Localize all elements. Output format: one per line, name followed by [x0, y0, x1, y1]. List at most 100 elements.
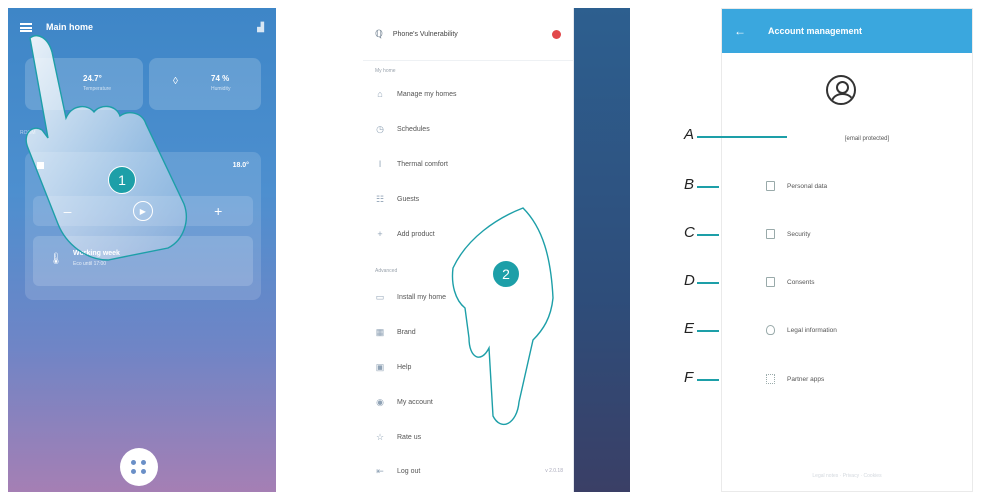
apps-fab-button[interactable] [120, 448, 158, 486]
play-icon[interactable]: ▶ [132, 201, 153, 221]
section-advanced: Advanced [375, 268, 398, 274]
decrease-button[interactable]: – [64, 203, 72, 219]
security-icon [766, 229, 775, 239]
menu-icon[interactable] [20, 22, 32, 32]
menu-item-label: Brand [397, 328, 416, 336]
star-icon: ☆ [375, 432, 385, 442]
callout-line-c [697, 234, 719, 236]
step-badge-1: 1 [108, 166, 136, 194]
row-legal-information[interactable]: Legal information [766, 323, 837, 337]
side-drawer: ℚ Phone's Vulnerability My home ⌂ Manage… [363, 8, 574, 492]
room-temperature: 18.0° [232, 162, 249, 169]
temperature-value: 24.7° [83, 74, 102, 83]
increase-button[interactable]: + [214, 203, 222, 219]
account-management-panel: ← Account management [email protected] P… [721, 8, 973, 492]
menu-item-rate-us[interactable]: ☆ Rate us [375, 427, 563, 447]
menu-item-label: Help [397, 363, 412, 371]
callout-letter-f: F [684, 369, 694, 386]
account-header: ← Account management [722, 9, 972, 53]
menu-item-schedules[interactable]: ◷ Schedules [375, 119, 563, 139]
back-arrow-icon[interactable]: ← [734, 24, 746, 38]
notification-badge[interactable] [552, 29, 561, 39]
help-icon: ▣ [375, 362, 385, 372]
row-label: Security [787, 230, 811, 238]
thermometer-icon: 🌡 [49, 253, 63, 265]
section-my-home: My home [375, 68, 396, 74]
mode-box[interactable]: 🌡 Working week Eco until 17:00 [33, 236, 253, 286]
menu-item-guests[interactable]: ☷ Guests [375, 189, 563, 209]
callout-line-a [697, 136, 787, 138]
menu-item-thermal-comfort[interactable]: ǀ Thermal comfort [375, 154, 563, 174]
mode-subtitle: Eco until 17:00 [73, 261, 107, 267]
signal-icon: ▟ [257, 22, 264, 32]
humidity-icon: ◊ [173, 76, 178, 87]
row-security[interactable]: Security [766, 227, 810, 241]
temperature-label: Temperature [83, 86, 112, 92]
drawer-header[interactable]: ℚ Phone's Vulnerability [363, 8, 573, 61]
menu-item-label: Log out [397, 467, 421, 475]
account-email: [email protected] [844, 136, 890, 142]
menu-item-label: Rate us [397, 433, 422, 441]
row-consents[interactable]: Consents [766, 275, 814, 289]
schedule-icon: ◷ [376, 124, 384, 134]
row-partner-apps[interactable]: Partner apps [766, 372, 824, 386]
callout-letter-c: C [684, 224, 695, 241]
callout-line-d [697, 282, 719, 284]
home-screen-panel: Main home ▟ 24.7° Temperature ◊ 74 % Hum… [8, 8, 276, 492]
account-icon: ◉ [376, 397, 384, 407]
row-label: Consents [787, 278, 815, 286]
avatar-icon [826, 75, 856, 105]
room-checkbox-icon[interactable] [37, 162, 44, 169]
menu-item-label: Thermal comfort [397, 160, 448, 168]
home-icon: ⌂ [377, 89, 383, 99]
humidity-tile[interactable]: ◊ 74 % Humidity [149, 58, 261, 110]
menu-item-help[interactable]: ▣ Help [375, 357, 563, 377]
partner-apps-icon [766, 374, 775, 384]
menu-item-label: Guests [397, 195, 420, 203]
setpoint-control: – ▶ + [33, 196, 253, 226]
row-label: Partner apps [787, 375, 825, 383]
plus-icon: + [377, 229, 383, 239]
callout-line-e [697, 330, 719, 332]
brand-icon: ▦ [375, 327, 385, 337]
menu-item-log-out[interactable]: ⇤ Log out v 2.0.18 [375, 461, 563, 481]
row-label: Legal information [787, 326, 837, 334]
step-badge-2: 2 [492, 260, 520, 288]
menu-item-label: My account [397, 398, 433, 406]
menu-item-label: Manage my homes [397, 90, 457, 98]
home-title: Main home [46, 22, 94, 32]
menu-item-my-account[interactable]: ◉ My account [375, 392, 563, 412]
account-title: Account management [768, 26, 863, 36]
mode-title: Working week [73, 250, 120, 257]
user-icon: ℚ [375, 28, 383, 40]
menu-item-add-product[interactable]: + Add product [375, 224, 563, 244]
row-label: Personal data [787, 182, 828, 190]
row-personal-data[interactable]: Personal data [766, 179, 827, 193]
callout-letter-b: B [684, 176, 695, 193]
callout-letter-a: A [684, 126, 695, 143]
temperature-tile[interactable]: 24.7° Temperature [25, 58, 143, 110]
callout-line-b [697, 186, 719, 188]
menu-item-brand[interactable]: ▦ Brand [375, 322, 563, 342]
thermometer-icon: ǀ [378, 159, 382, 169]
legal-icon [766, 325, 775, 335]
menu-item-manage-homes[interactable]: ⌂ Manage my homes [375, 84, 563, 104]
user-name: Phone's Vulnerability [392, 30, 458, 38]
callout-letter-d: D [684, 272, 695, 289]
room-header: 18.0° [37, 162, 249, 169]
menu-item-label: Schedules [397, 125, 430, 133]
callout-letter-e: E [684, 320, 695, 337]
room-card[interactable]: 18.0° – ▶ + 🌡 Working week Eco until 17:… [25, 152, 261, 300]
account-footer: Legal notes · Privacy · Cookies [812, 473, 882, 479]
callout-line-f [697, 379, 719, 381]
grid-dots-icon [131, 460, 147, 474]
menu-screen-panel: ℚ Phone's Vulnerability My home ⌂ Manage… [363, 8, 630, 492]
logout-icon: ⇤ [376, 466, 384, 476]
menu-item-install[interactable]: ▭ Install my home [375, 287, 563, 307]
home-top-bar: Main home [8, 8, 276, 46]
menu-item-label: Add product [397, 230, 435, 238]
menu-item-label: Install my home [397, 293, 447, 301]
humidity-value: 74 % [211, 74, 230, 83]
app-version: v 2.0.18 [545, 468, 563, 474]
humidity-label: Humidity [211, 86, 231, 92]
